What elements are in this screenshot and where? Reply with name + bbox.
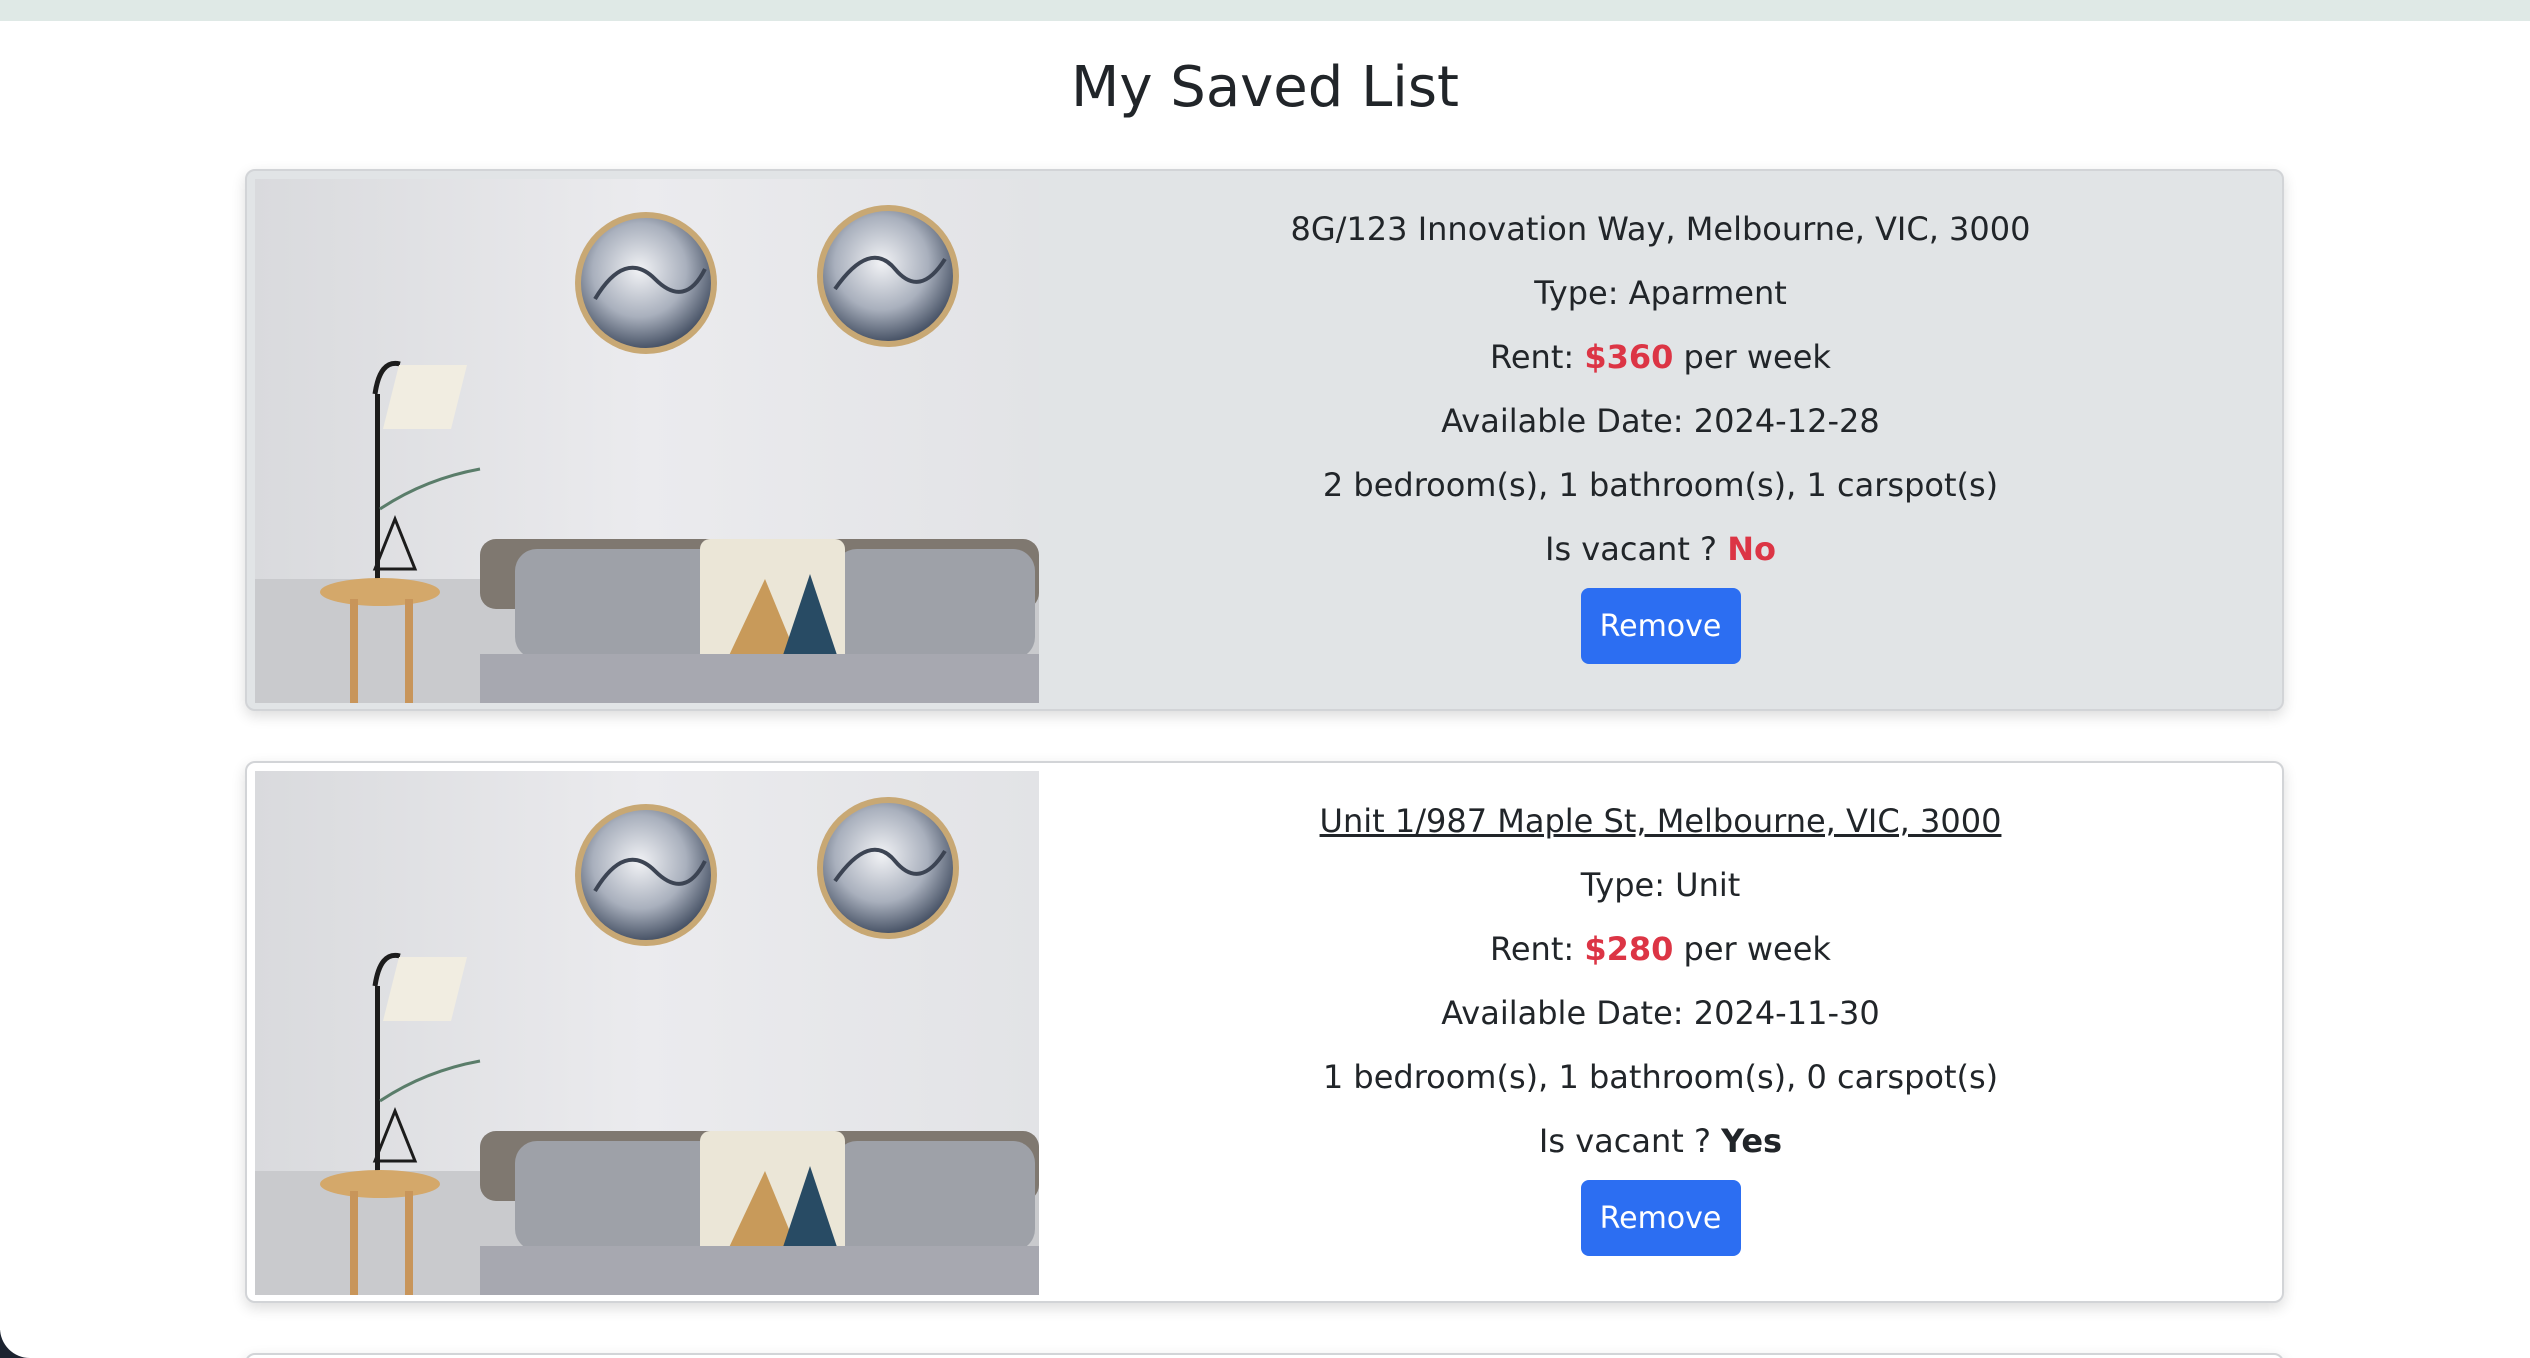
vacant-label: Is vacant ?	[1538, 1122, 1711, 1160]
listing-photo[interactable]	[255, 179, 1039, 703]
remove-button[interactable]: Remove	[1580, 588, 1741, 664]
listing-card[interactable]	[245, 1353, 2284, 1358]
type-value: Unit	[1675, 866, 1741, 904]
listing-photo[interactable]	[255, 771, 1039, 1295]
vacant-label: Is vacant ?	[1545, 530, 1718, 568]
top-bar	[0, 0, 2530, 21]
type-label: Type:	[1534, 274, 1619, 312]
listing-address: 8G/123 Innovation Way, Melbourne, VIC, 3…	[1290, 210, 2031, 248]
rent-label: Rent:	[1490, 338, 1575, 376]
remove-button[interactable]: Remove	[1580, 1180, 1741, 1256]
rent-suffix: per week	[1683, 338, 1831, 376]
bedroom-photo-icon	[255, 179, 1039, 703]
rent-value: $280	[1584, 930, 1674, 968]
listing-rent: Rent: $360 per week	[1039, 335, 2282, 379]
listing-type: Type: Unit	[1039, 863, 2282, 907]
listing-address[interactable]: Unit 1/987 Maple St, Melbourne, VIC, 300…	[1039, 799, 2282, 843]
saved-list-page: My Saved List 8G/123 Innovation Way, Mel…	[0, 0, 2530, 1358]
bedroom-photo-icon	[255, 771, 1039, 1295]
vacant-value: No	[1727, 530, 1776, 568]
available-label: Available Date:	[1441, 994, 1684, 1032]
listing-details: 8G/123 Innovation Way, Melbourne, VIC, 3…	[1039, 171, 2282, 709]
type-value: Aparment	[1628, 274, 1787, 312]
listing-card[interactable]: Unit 1/987 Maple St, Melbourne, VIC, 300…	[245, 761, 2284, 1303]
listing-rooms: 1 bedroom(s), 1 bathroom(s), 0 carspot(s…	[1322, 1058, 1999, 1096]
listing-details: Unit 1/987 Maple St, Melbourne, VIC, 300…	[1039, 763, 2282, 1301]
listing-available-date: Available Date: 2024-11-30	[1039, 991, 2282, 1035]
listing-card[interactable]: 8G/123 Innovation Way, Melbourne, VIC, 3…	[245, 169, 2284, 711]
listing-available-date: Available Date: 2024-12-28	[1039, 399, 2282, 443]
rent-label: Rent:	[1490, 930, 1575, 968]
listing-address-link[interactable]: Unit 1/987 Maple St, Melbourne, VIC, 300…	[1320, 802, 2002, 840]
available-value: 2024-11-30	[1693, 994, 1880, 1032]
rent-value: $360	[1584, 338, 1674, 376]
vacant-value: Yes	[1721, 1122, 1783, 1160]
listing-rent: Rent: $280 per week	[1039, 927, 2282, 971]
available-value: 2024-12-28	[1693, 402, 1880, 440]
listing-rooms: 2 bedroom(s), 1 bathroom(s), 1 carspot(s…	[1322, 466, 1999, 504]
listing-type: Type: Aparment	[1039, 271, 2282, 315]
rent-suffix: per week	[1683, 930, 1831, 968]
listing-vacancy: Is vacant ? No	[1039, 527, 2282, 571]
available-label: Available Date:	[1441, 402, 1684, 440]
type-label: Type:	[1580, 866, 1665, 904]
page-title: My Saved List	[1071, 55, 1459, 120]
listing-vacancy: Is vacant ? Yes	[1039, 1119, 2282, 1163]
